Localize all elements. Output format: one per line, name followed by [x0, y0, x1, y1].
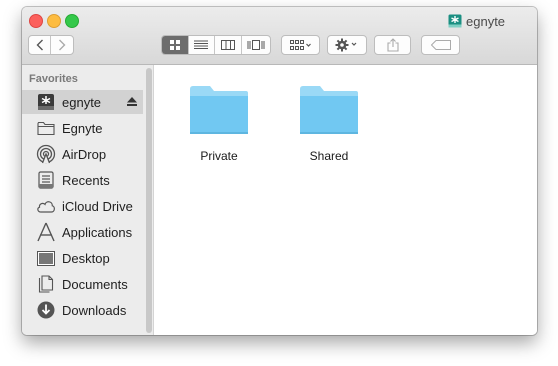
coverflow-view-icon: [247, 40, 265, 50]
finder-window: egnyte Favorites egnyte Egnyte AirDrop R…: [22, 7, 537, 335]
back-button[interactable]: [29, 36, 52, 54]
column-view-button[interactable]: [215, 36, 242, 54]
sidebar-item-label: Downloads: [62, 302, 127, 318]
sidebar-item-label: Documents: [62, 276, 128, 292]
gear-icon: [335, 38, 357, 52]
sidebar-item-desktop[interactable]: Desktop: [22, 246, 143, 270]
tag-icon: [430, 40, 451, 50]
sidebar-item-label: iCloud Drive: [62, 198, 133, 214]
sidebar-header: Favorites: [29, 73, 78, 85]
file-name: Shared: [309, 149, 349, 163]
recents-icon: [36, 170, 56, 190]
sidebar-item-airdrop[interactable]: AirDrop: [22, 142, 143, 166]
action-button[interactable]: [327, 35, 367, 55]
airdrop-icon: [36, 144, 56, 164]
sidebar-item-egnyte-folder[interactable]: Egnyte: [22, 116, 143, 140]
sidebar-item-label: Applications: [62, 224, 133, 240]
icon-view-icon: [169, 40, 180, 50]
sidebar-item-label: Desktop: [62, 250, 110, 266]
nav-buttons: [28, 35, 74, 55]
share-button[interactable]: [374, 35, 411, 55]
sidebar-item-downloads[interactable]: Downloads: [22, 298, 143, 322]
eject-icon[interactable]: [127, 97, 137, 106]
sidebar-item-label: egnyte: [62, 94, 102, 110]
list-view-button[interactable]: [189, 36, 216, 54]
back-icon: [36, 39, 43, 51]
sidebar-item-label: Recents: [62, 172, 110, 188]
sidebar: Favorites egnyte Egnyte AirDrop Recents …: [22, 65, 154, 335]
sidebar-item-documents[interactable]: Documents: [22, 272, 143, 296]
folder-icon: [300, 86, 358, 134]
list-view-icon: [194, 40, 209, 49]
coverflow-view-button[interactable]: [242, 36, 270, 54]
column-view-icon: [220, 40, 235, 50]
window-title: egnyte: [448, 13, 505, 29]
folder-icon: [36, 118, 56, 138]
sidebar-item-recents[interactable]: Recents: [22, 168, 143, 192]
downloads-icon: [36, 300, 56, 320]
egnyte-drive-icon: [36, 92, 56, 112]
file-browser: Private Shared: [154, 65, 537, 335]
desktop-icon: [36, 248, 56, 268]
zoom-button[interactable]: [65, 14, 79, 28]
folder-item-shared[interactable]: Shared: [289, 83, 369, 163]
sidebar-item-label: AirDrop: [62, 146, 107, 162]
documents-icon: [36, 274, 56, 294]
sidebar-item-label: Egnyte: [62, 120, 103, 136]
close-button[interactable]: [29, 14, 43, 28]
minimize-button[interactable]: [47, 14, 61, 28]
tags-button[interactable]: [421, 35, 460, 55]
titlebar: egnyte: [22, 7, 537, 65]
share-icon: [386, 38, 399, 52]
icon-view-button[interactable]: [162, 36, 189, 54]
sidebar-item-egnyte-drive[interactable]: egnyte: [22, 90, 143, 114]
applications-icon: [36, 222, 56, 242]
sidebar-item-icloud-drive[interactable]: iCloud Drive: [22, 194, 143, 218]
arrange-icon: [289, 40, 311, 50]
forward-button[interactable]: [51, 36, 73, 54]
view-mode-control: [161, 35, 271, 55]
file-name: Private: [200, 149, 238, 163]
folder-item-private[interactable]: Private: [179, 83, 259, 163]
arrange-button[interactable]: [281, 35, 320, 55]
folder-icon: [190, 86, 248, 134]
egnyte-drive-icon: [448, 14, 462, 28]
sidebar-item-applications[interactable]: Applications: [22, 220, 143, 244]
window-title-text: egnyte: [466, 13, 506, 29]
sidebar-scrollbar-thumb[interactable]: [146, 68, 152, 333]
sidebar-scrollbar[interactable]: [145, 66, 153, 335]
cloud-icon: [36, 196, 56, 216]
forward-icon: [59, 39, 66, 51]
